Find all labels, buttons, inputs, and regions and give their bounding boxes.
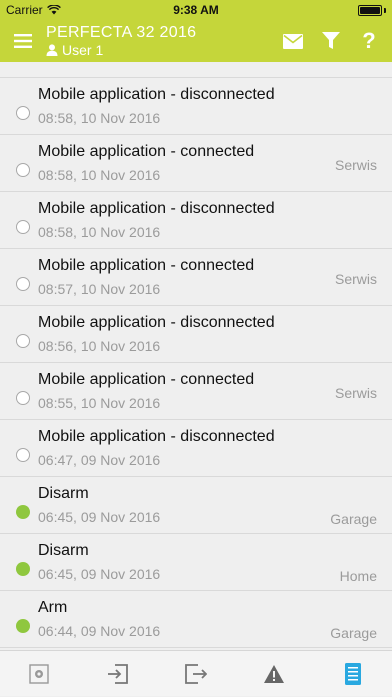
help-icon: ? xyxy=(362,28,376,53)
event-date: 08:58, 10 Nov 2016 xyxy=(38,167,161,183)
header-titles: PERFECTA 32 2016 User 1 xyxy=(46,24,274,58)
bottom-tab-bar xyxy=(0,650,392,696)
carrier-group: Carrier xyxy=(6,3,61,17)
list-item-partial xyxy=(0,62,392,78)
status-dot-inactive xyxy=(16,277,30,291)
wifi-icon xyxy=(46,5,61,15)
event-row[interactable]: Mobile application - connected 08:55, 10 … xyxy=(0,363,392,420)
status-bar: Carrier 9:38 AM xyxy=(0,0,392,20)
event-date: 06:45, 09 Nov 2016 xyxy=(38,509,161,525)
panel-title: PERFECTA 32 2016 xyxy=(46,24,197,41)
status-dot-inactive xyxy=(16,391,30,405)
keypad-icon xyxy=(29,663,49,684)
event-title: Arm xyxy=(38,599,68,616)
help-button[interactable]: ? xyxy=(350,20,388,62)
event-row[interactable]: Disarm 06:45, 09 Nov 2016 Garage xyxy=(0,477,392,534)
event-row[interactable]: Disarm 06:45, 09 Nov 2016 Home xyxy=(0,534,392,591)
event-row[interactable]: Mobile application - disconnected 06:47, … xyxy=(0,420,392,477)
menu-icon xyxy=(14,34,32,48)
login-icon xyxy=(107,663,128,684)
events-tab[interactable] xyxy=(323,651,383,697)
filter-button[interactable] xyxy=(312,20,350,62)
status-dot-inactive xyxy=(16,448,30,462)
status-dot-active xyxy=(16,562,30,576)
event-partition: Serwis xyxy=(334,271,377,287)
event-row[interactable]: Mobile application - connected 08:57, 10 … xyxy=(0,249,392,306)
event-date: 08:56, 10 Nov 2016 xyxy=(38,338,161,354)
event-partition: Serwis xyxy=(334,157,377,173)
carrier-label: Carrier xyxy=(6,3,43,17)
user-icon xyxy=(46,44,58,56)
status-dot-inactive xyxy=(16,334,30,348)
filter-icon xyxy=(322,32,340,49)
user-name: User 1 xyxy=(62,42,104,58)
event-date: 08:58, 10 Nov 2016 xyxy=(38,224,161,240)
menu-button[interactable] xyxy=(0,20,46,62)
event-title: Mobile application - disconnected xyxy=(38,428,275,445)
header-actions: ? xyxy=(274,20,392,62)
event-title: Mobile application - connected xyxy=(38,143,255,160)
event-row[interactable]: Mobile application - connected 08:58, 10 … xyxy=(0,135,392,192)
event-title: Disarm xyxy=(38,485,89,502)
event-row[interactable]: Mobile application - disconnected 08:58, … xyxy=(0,192,392,249)
troubles-tab[interactable] xyxy=(244,651,304,697)
event-partition: Home xyxy=(339,568,377,584)
event-partition: Garage xyxy=(330,511,377,527)
inputs-tab[interactable] xyxy=(88,651,148,697)
status-dot-active xyxy=(16,505,30,519)
event-date: 08:57, 10 Nov 2016 xyxy=(38,281,161,297)
event-date: 06:44, 09 Nov 2016 xyxy=(38,623,161,639)
keypad-tab[interactable] xyxy=(9,651,69,697)
status-dot-inactive xyxy=(16,220,30,234)
mail-icon xyxy=(283,33,303,49)
battery-icon xyxy=(358,4,386,16)
status-dot-inactive xyxy=(16,106,30,120)
app-header: PERFECTA 32 2016 User 1 ? xyxy=(0,20,392,62)
event-row[interactable]: Mobile application - disconnected 08:56, … xyxy=(0,306,392,363)
event-title: Mobile application - connected xyxy=(38,257,255,274)
event-title: Mobile application - disconnected xyxy=(38,200,275,217)
warning-icon xyxy=(264,664,285,683)
logout-icon xyxy=(185,663,207,684)
event-title: Mobile application - connected xyxy=(38,371,255,388)
event-date: 06:45, 09 Nov 2016 xyxy=(38,566,161,582)
event-row[interactable]: Mobile application - disconnected 08:58, … xyxy=(0,78,392,135)
event-title: Disarm xyxy=(38,542,89,559)
event-partition: Garage xyxy=(330,625,377,641)
event-title: Mobile application - disconnected xyxy=(38,86,275,103)
event-log-icon xyxy=(344,662,361,685)
event-date: 08:58, 10 Nov 2016 xyxy=(38,110,161,126)
user-indicator: User 1 xyxy=(46,42,274,58)
status-dot-inactive xyxy=(16,163,30,177)
event-partition: Serwis xyxy=(334,385,377,401)
mail-button[interactable] xyxy=(274,20,312,62)
status-dot-active xyxy=(16,619,30,633)
outputs-tab[interactable] xyxy=(166,651,226,697)
event-row[interactable]: Arm 06:44, 09 Nov 2016 Garage xyxy=(0,591,392,648)
event-list[interactable]: Mobile application - disconnected 08:58, … xyxy=(0,62,392,650)
event-title: Mobile application - disconnected xyxy=(38,314,275,331)
event-date: 06:47, 09 Nov 2016 xyxy=(38,452,161,468)
event-date: 08:55, 10 Nov 2016 xyxy=(38,395,161,411)
